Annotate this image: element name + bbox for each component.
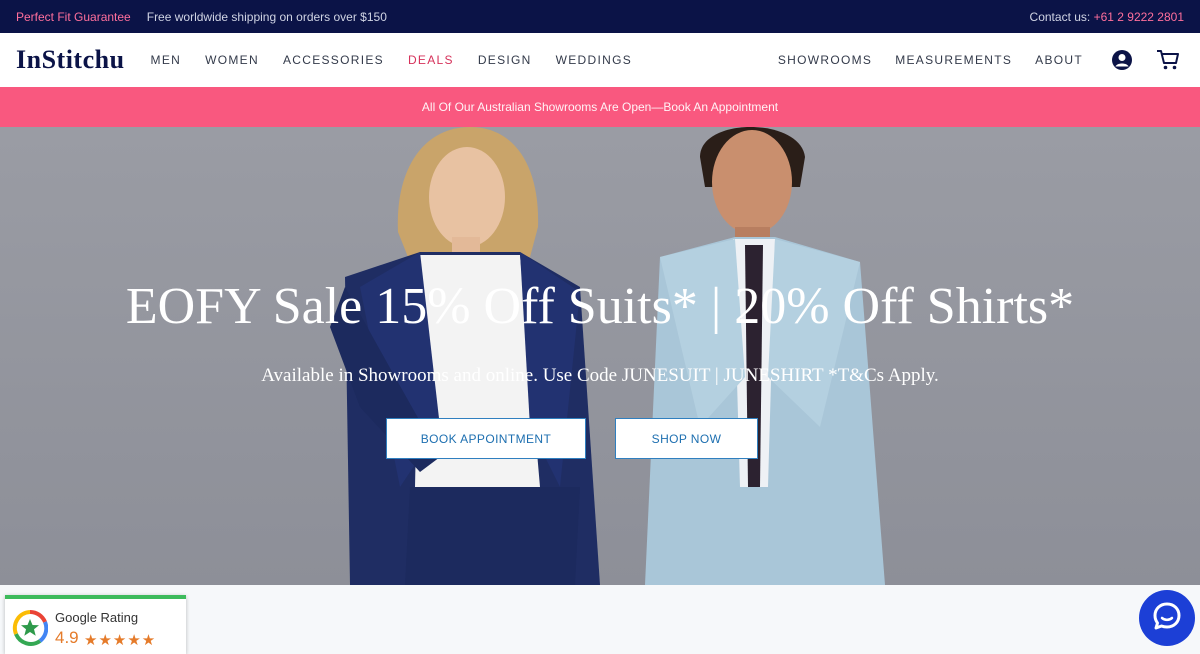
google-rating-widget[interactable]: Google Rating 4.9 ★★★★★: [5, 595, 186, 654]
shipping-notice: Free worldwide shipping on orders over $…: [146, 9, 387, 24]
main-navigation: InStitchu MEN WOMEN ACCESSORIES DEALS DE…: [0, 33, 1200, 87]
cart-icon[interactable]: [1156, 48, 1180, 72]
nav-right-group: SHOWROOMS MEASUREMENTS ABOUT: [778, 48, 1184, 72]
announcement-text[interactable]: All Of Our Australian Showrooms Are Open…: [422, 100, 778, 114]
top-bar: Perfect Fit Guarantee Free worldwide shi…: [0, 0, 1200, 33]
phone-link[interactable]: +61 2 9222 2801: [1094, 10, 1184, 24]
chat-launcher-button[interactable]: [1139, 590, 1195, 646]
shop-now-button[interactable]: SHOP NOW: [615, 418, 758, 459]
hero-subtitle: Available in Showrooms and online. Use C…: [261, 365, 939, 386]
contact-info: Contact us: +61 2 9222 2801: [1030, 10, 1184, 24]
announcement-bar[interactable]: All Of Our Australian Showrooms Are Open…: [0, 87, 1200, 127]
nav-item-deals[interactable]: DEALS: [408, 53, 454, 67]
nav-item-accessories[interactable]: ACCESSORIES: [283, 53, 384, 67]
nav-item-women[interactable]: WOMEN: [205, 53, 259, 67]
nav-item-about[interactable]: ABOUT: [1035, 53, 1083, 67]
nav-item-design[interactable]: DESIGN: [478, 53, 532, 67]
hero-title: EOFY Sale 15% Off Suits* | 20% Off Shirt…: [125, 278, 1075, 335]
nav-item-weddings[interactable]: WEDDINGS: [556, 53, 632, 67]
account-icon[interactable]: [1110, 48, 1134, 72]
rating-stars: ★★★★★: [84, 632, 157, 649]
site-logo[interactable]: InStitchu: [16, 45, 125, 75]
nav-item-showrooms[interactable]: SHOWROOMS: [778, 53, 872, 67]
hero-banner: EOFY Sale 15% Off Suits* | 20% Off Shirt…: [0, 127, 1200, 585]
nav-item-men[interactable]: MEN: [151, 53, 182, 67]
perfect-fit-link[interactable]: Perfect Fit Guarantee: [16, 10, 131, 24]
chat-bubble-icon: [1152, 601, 1182, 636]
google-g-icon: [12, 609, 49, 651]
contact-label: Contact us:: [1029, 9, 1094, 24]
nav-item-measurements[interactable]: MEASUREMENTS: [895, 53, 1012, 67]
book-appointment-button[interactable]: BOOK APPOINTMENT: [386, 418, 586, 459]
hero-image: [330, 127, 885, 585]
rating-score: 4.9: [55, 628, 79, 647]
rating-label: Google Rating: [55, 610, 139, 625]
